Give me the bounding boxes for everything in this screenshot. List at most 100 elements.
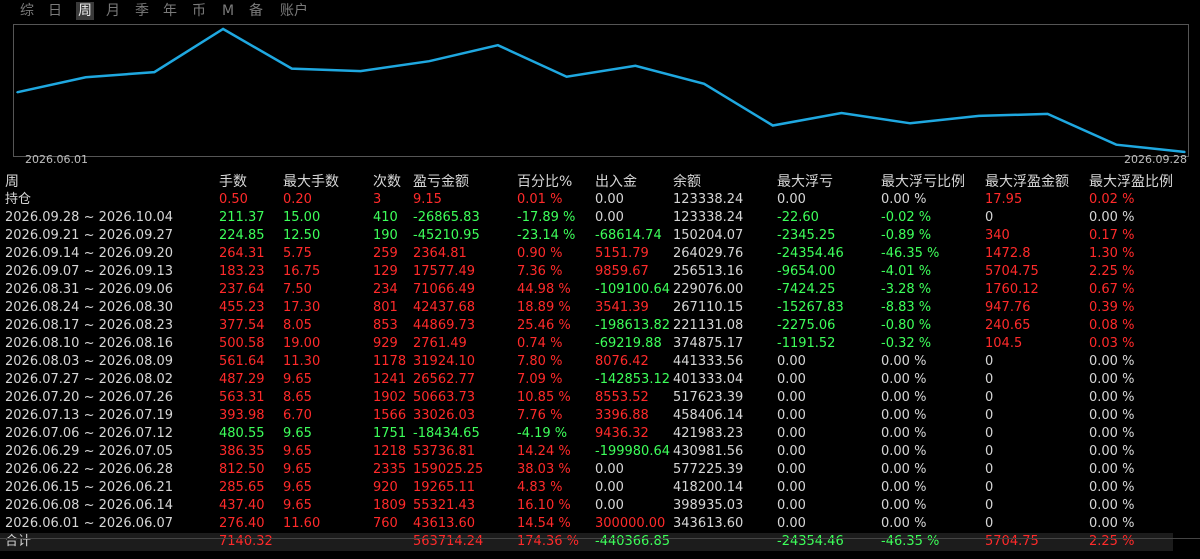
table-row[interactable]: 2026.07.06 ~ 2026.07.12 480.55 9.65 1751 -18… <box>0 425 1173 443</box>
table-cell: 418200.14 <box>673 480 744 495</box>
table-cell <box>373 533 413 551</box>
table-row[interactable]: 2026.06.15 ~ 2026.06.21 285.65 9.65 920 1926… <box>0 479 1173 497</box>
table-cell: 0.00 <box>777 498 806 513</box>
table-cell: 71066.49 <box>413 282 476 297</box>
table-cell: -17.89 % <box>517 210 576 225</box>
table-cell: 2026.07.13 ~ 2026.07.19 <box>5 408 174 423</box>
table-cell: 0.90 % <box>517 246 563 261</box>
tab-2[interactable]: 周 <box>76 2 94 20</box>
table-cell: 19.00 <box>283 336 321 351</box>
table-cell: 947.76 <box>985 300 1031 315</box>
table-cell: 11.30 <box>283 354 321 369</box>
table-cell: -24354.46 <box>777 534 844 549</box>
table-row[interactable]: 2026.09.14 ~ 2026.09.20 264.31 5.75 259 2364… <box>0 245 1173 263</box>
table-cell: -2275.06 <box>777 318 836 333</box>
tab-5[interactable]: 年 <box>163 2 177 20</box>
table-cell: 0 <box>985 390 994 405</box>
tab-6[interactable]: 币 <box>192 2 206 20</box>
table-cell: 0.00 % <box>881 480 927 495</box>
table-cell: 1809 <box>373 498 407 513</box>
table-row[interactable]: 2026.08.31 ~ 2026.09.06 237.64 7.50 234 7106… <box>0 281 1173 299</box>
table-row[interactable]: 2026.09.21 ~ 2026.09.27 224.85 12.50 190 -45… <box>0 227 1173 245</box>
column-header[interactable]: 最大浮盈金额 <box>985 173 1089 191</box>
table-row[interactable]: 2026.09.28 ~ 2026.10.04 211.37 15.00 410 -26… <box>0 209 1173 227</box>
table-row[interactable]: 2026.07.20 ~ 2026.07.26 563.31 8.65 1902 506… <box>0 389 1173 407</box>
tab-4[interactable]: 季 <box>135 2 149 20</box>
table-cell: 256513.16 <box>673 264 744 279</box>
table-row[interactable]: 2026.07.27 ~ 2026.08.02 487.29 9.65 1241 265… <box>0 371 1173 389</box>
table-cell: 31924.10 <box>413 354 476 369</box>
column-header[interactable]: 出入金 <box>595 173 673 191</box>
table-cell: 398935.03 <box>673 498 744 513</box>
table-cell: 1472.8 <box>985 246 1031 261</box>
table-cell: 159025.25 <box>413 462 484 477</box>
column-header[interactable]: 盈亏金额 <box>413 173 517 191</box>
table-row[interactable]: 2026.06.22 ~ 2026.06.28 812.50 9.65 2335 159… <box>0 461 1173 479</box>
column-header[interactable]: 最大手数 <box>283 173 373 191</box>
column-header[interactable]: 次数 <box>373 173 413 191</box>
table-row[interactable]: 2026.08.24 ~ 2026.08.30 455.23 17.30 801 424… <box>0 299 1173 317</box>
column-header[interactable]: 最大浮盈比例 <box>1089 173 1173 191</box>
table-cell: 129 <box>373 264 398 279</box>
table-cell: 2026.06.22 ~ 2026.06.28 <box>5 462 174 477</box>
total-row[interactable]: 合计 7140.32 563714.24 174.36 % -440366.85 -243… <box>0 533 1173 551</box>
table-cell: 7140.32 <box>219 534 273 549</box>
tab-1[interactable]: 日 <box>48 2 62 20</box>
table-cell: 401333.04 <box>673 372 744 387</box>
table-row[interactable]: 持仓 0.50 0.20 3 9.15 0.01 % 0.00 123338.24 0.00 0.… <box>0 191 1173 209</box>
column-header[interactable]: 百分比% <box>517 173 595 191</box>
column-header[interactable]: 最大浮亏 <box>777 173 881 191</box>
table-row[interactable]: 2026.06.29 ~ 2026.07.05 386.35 9.65 1218 537… <box>0 443 1173 461</box>
table-cell: 2026.09.21 ~ 2026.09.27 <box>5 228 174 243</box>
table-cell: 240.65 <box>985 318 1031 333</box>
data-point <box>840 112 843 114</box>
table-cell: 50663.73 <box>413 390 476 405</box>
table-cell: -45210.95 <box>413 228 480 243</box>
table-cell: 487.29 <box>219 372 265 387</box>
table-cell: 7.76 % <box>517 408 563 423</box>
x-axis-start-label: 2026.06.01 <box>25 153 88 166</box>
tab-8[interactable]: 备 <box>249 2 263 20</box>
table-cell: 0.00 % <box>1089 372 1135 387</box>
table-row[interactable]: 2026.06.01 ~ 2026.06.07 276.40 11.60 760 436… <box>0 515 1173 533</box>
table-cell: 123338.24 <box>673 210 744 225</box>
table-cell: 0.00 <box>777 426 806 441</box>
table-cell: -440366.85 <box>595 534 670 549</box>
table-cell: 276.40 <box>219 516 265 531</box>
tab-7[interactable]: M <box>222 2 234 20</box>
table-cell: 2026.06.29 ~ 2026.07.05 <box>5 444 174 459</box>
table-cell: 577225.39 <box>673 462 744 477</box>
table-cell: 0.74 % <box>517 336 563 351</box>
table-cell: 0.00 <box>777 408 806 423</box>
table-cell: 0 <box>985 210 994 225</box>
data-point <box>84 76 87 79</box>
column-header[interactable]: 周 <box>0 173 219 191</box>
column-header[interactable]: 最大浮亏比例 <box>881 173 985 191</box>
table-cell: 0.00 % <box>1089 426 1135 441</box>
table-row[interactable]: 2026.08.10 ~ 2026.08.16 500.58 19.00 929 276… <box>0 335 1173 353</box>
table-row[interactable]: 2026.08.03 ~ 2026.08.09 561.64 11.30 1178 31… <box>0 353 1173 371</box>
table-cell: 0.00 <box>595 480 624 495</box>
table-cell: 430981.56 <box>673 444 744 459</box>
table-cell: 0 <box>985 372 994 387</box>
table-cell: 2026.08.17 ~ 2026.08.23 <box>5 318 174 333</box>
table-row[interactable]: 2026.06.08 ~ 2026.06.14 437.40 9.65 1809 553… <box>0 497 1173 515</box>
table-cell <box>673 533 777 551</box>
tab-0[interactable]: 综 <box>20 2 34 20</box>
tab-9[interactable]: 账户 <box>280 2 308 20</box>
tab-3[interactable]: 月 <box>106 2 120 20</box>
column-header[interactable]: 余额 <box>673 173 777 191</box>
table-cell: 10.85 % <box>517 390 571 405</box>
table-cell: 267110.15 <box>673 300 744 315</box>
table-cell: -69219.88 <box>595 336 662 351</box>
table-cell: 4.83 % <box>517 480 563 495</box>
table-cell: -9654.00 <box>777 264 836 279</box>
table-row[interactable]: 2026.08.17 ~ 2026.08.23 377.54 8.05 853 4486… <box>0 317 1173 335</box>
data-point <box>771 124 774 127</box>
table-row[interactable]: 2026.07.13 ~ 2026.07.19 393.98 6.70 1566 330… <box>0 407 1173 425</box>
column-header[interactable]: 手数 <box>219 173 283 191</box>
table-cell: 18.89 % <box>517 300 571 315</box>
table-cell: 0 <box>985 498 994 513</box>
table-row[interactable]: 2026.09.07 ~ 2026.09.13 183.23 16.75 129 175… <box>0 263 1173 281</box>
table-cell: 9.15 <box>413 192 442 207</box>
